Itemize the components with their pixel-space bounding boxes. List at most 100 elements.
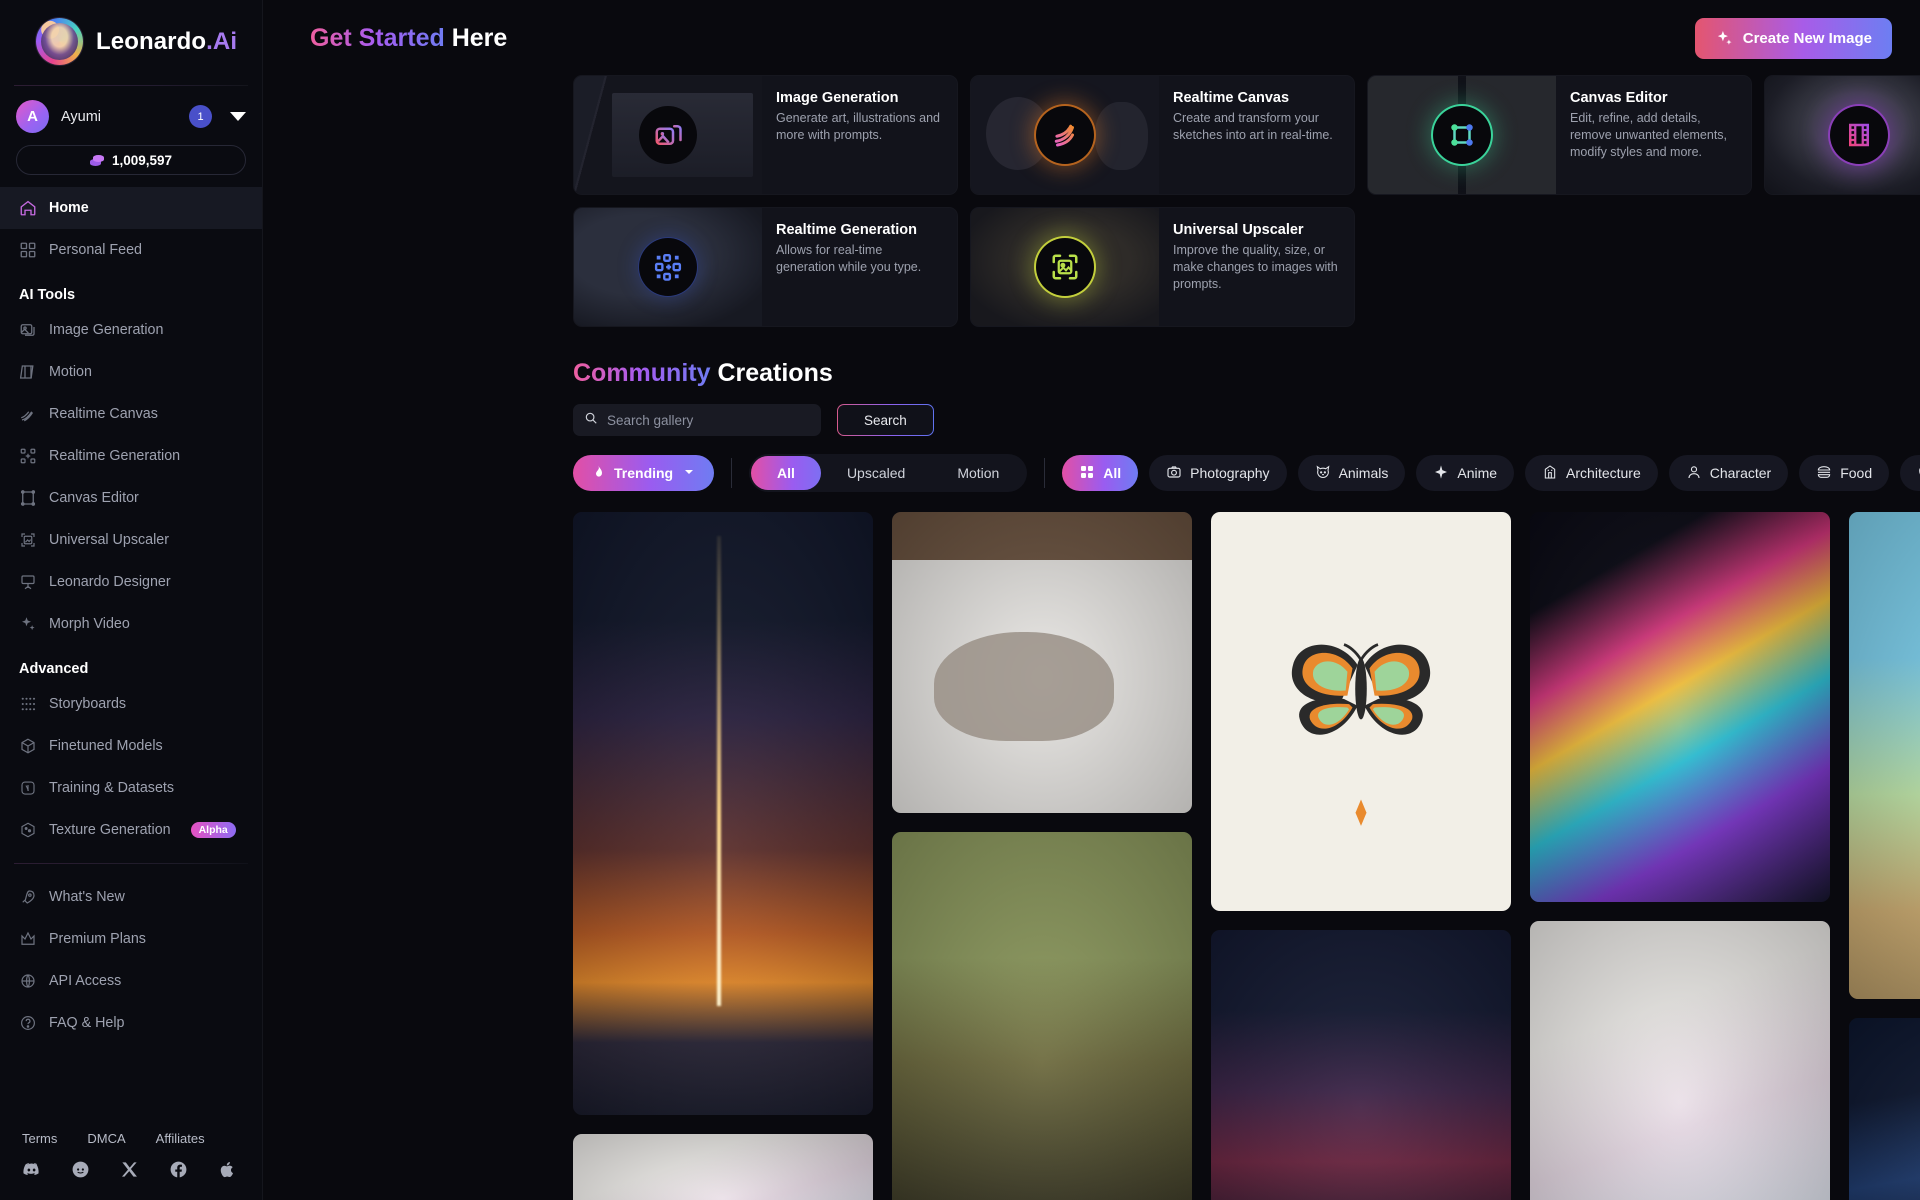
feature-card-image-generation[interactable]: Image Generation Generate art, illustrat… [573, 75, 958, 195]
gallery-tile-butterfly-illustration[interactable] [1211, 512, 1511, 911]
create-new-image-button[interactable]: Create New Image [1694, 18, 1892, 59]
sidebar-item-label: Canvas Editor [49, 490, 139, 506]
category-label: Photography [1190, 465, 1270, 481]
category-food[interactable]: Food [1799, 455, 1890, 491]
chevron-down-icon[interactable] [230, 112, 246, 121]
sidebar-item-realtime-generation[interactable]: Realtime Generation [0, 435, 262, 477]
sidebar-item-whats-new[interactable]: What's New [0, 876, 262, 918]
category-animals[interactable]: Animals [1297, 455, 1406, 491]
rocket-icon [19, 888, 37, 906]
category-all[interactable]: All [1062, 455, 1139, 491]
feature-desc: Generate art, illustrations and more wit… [776, 111, 940, 142]
sidebar-item-texture-generation[interactable]: Texture Generation Alpha [0, 809, 262, 851]
filter-divider-1 [731, 458, 733, 488]
gallery-tile-smiling-woman-field[interactable] [892, 831, 1192, 1200]
search-input-wrap[interactable] [573, 404, 821, 436]
gallery-column [892, 512, 1192, 1200]
sidebar-item-morph-video[interactable]: Morph Video [0, 603, 262, 645]
sidebar-item-label: FAQ & Help [49, 1015, 125, 1031]
category-label: All [1103, 465, 1122, 481]
category-anime[interactable]: Anime [1416, 455, 1515, 491]
gallery-tile-bottom-partial[interactable] [573, 1133, 873, 1200]
search-button[interactable]: Search [837, 404, 934, 436]
feature-card-canvas-editor[interactable]: Canvas Editor Edit, refine, add details,… [1367, 75, 1752, 195]
category-scifi[interactable]: Sci-Fi [1900, 455, 1920, 491]
segment-upscaled[interactable]: Upscaled [821, 456, 931, 490]
sidebar-item-home[interactable]: Home [0, 187, 262, 229]
section-label-advanced: Advanced [19, 661, 89, 677]
footer-link-terms[interactable]: Terms [22, 1131, 57, 1146]
facebook-icon[interactable] [169, 1160, 188, 1184]
x-icon[interactable] [120, 1160, 139, 1184]
flame-icon [590, 464, 606, 483]
sidebar-item-finetuned-models[interactable]: Finetuned Models [0, 725, 262, 767]
sidebar-item-label: Leonardo Designer [49, 574, 171, 590]
sidebar-item-image-generation[interactable]: Image Generation [0, 309, 262, 351]
sidebar-item-storyboards[interactable]: Storyboards [0, 683, 262, 725]
user-profile-row[interactable]: A Ayumi 1 [0, 86, 262, 143]
brand-name: Leonardo [96, 27, 207, 55]
feature-thumb [1765, 76, 1920, 194]
feature-thumb [574, 208, 762, 326]
page-title: Get Started Here [310, 24, 507, 53]
sidebar-item-leonardo-designer[interactable]: Leonardo Designer [0, 561, 262, 603]
brand-logo-group[interactable]: Leonardo.Ai [0, 0, 262, 81]
user-name: Ayumi [61, 108, 102, 125]
sidebar-item-motion[interactable]: Motion [0, 351, 262, 393]
discord-icon[interactable] [22, 1160, 41, 1184]
apple-icon[interactable] [218, 1160, 237, 1184]
feature-card-motion[interactable]: Motion Watch your ideas come to life in … [1764, 75, 1920, 195]
sparkle-icon [19, 615, 37, 633]
easel-icon [19, 573, 37, 591]
sidebar-item-universal-upscaler[interactable]: Universal Upscaler [0, 519, 262, 561]
search-input[interactable] [607, 412, 810, 428]
gallery-tile-comet-city-artwork[interactable] [573, 512, 873, 1115]
feature-card-universal-upscaler[interactable]: Universal Upscaler Improve the quality, … [970, 207, 1355, 327]
app-root: Leonardo.Ai A Ayumi 1 1,009,597 Home Per… [0, 0, 1920, 1200]
feature-card-realtime-generation[interactable]: Realtime Generation Allows for real-time… [573, 207, 958, 327]
sidebar-item-canvas-editor[interactable]: Canvas Editor [0, 477, 262, 519]
gallery-tile-neon-city-anime[interactable] [1211, 929, 1511, 1200]
crown-icon [19, 930, 37, 948]
upscale-icon [19, 531, 37, 549]
sidebar-footer: Terms DMCA Affiliates [0, 1121, 262, 1200]
credits-pill[interactable]: 1,009,597 [16, 145, 246, 175]
footer-link-affiliates[interactable]: Affiliates [156, 1131, 205, 1146]
footer-link-dmca[interactable]: DMCA [87, 1131, 125, 1146]
category-label: Anime [1457, 465, 1498, 481]
segment-motion[interactable]: Motion [931, 456, 1025, 490]
grid-icon [19, 241, 37, 259]
feature-title: Realtime Generation [776, 222, 918, 238]
sidebar-item-api-access[interactable]: API Access [0, 960, 262, 1002]
sidebar-item-realtime-canvas[interactable]: Realtime Canvas [0, 393, 262, 435]
image-icon [19, 321, 37, 339]
sidebar-item-label: Training & Datasets [49, 780, 175, 796]
segment-all[interactable]: All [751, 456, 821, 490]
feature-thumb [1368, 76, 1556, 194]
sidebar-item-label: Finetuned Models [49, 738, 163, 754]
sidebar: Leonardo.Ai A Ayumi 1 1,009,597 Home Per… [0, 0, 263, 1200]
sort-trending-dropdown[interactable]: Trending [573, 455, 715, 491]
gallery-tile-psychedelic-portrait[interactable] [1530, 512, 1830, 902]
category-label: Character [1709, 465, 1772, 481]
footer-links: Terms DMCA Affiliates [0, 1121, 262, 1160]
sidebar-item-personal-feed[interactable]: Personal Feed [0, 229, 262, 271]
feature-title: Image Generation [776, 90, 899, 106]
sidebar-item-premium-plans[interactable]: Premium Plans [0, 918, 262, 960]
leonardo-logo-icon [36, 18, 83, 65]
gallery-tile-blue-woman-portrait[interactable] [1849, 1018, 1920, 1200]
sidebar-item-training-datasets[interactable]: Training & Datasets [0, 767, 262, 809]
category-character[interactable]: Character [1668, 455, 1789, 491]
category-photography[interactable]: Photography [1149, 455, 1287, 491]
category-architecture[interactable]: Architecture [1525, 455, 1658, 491]
gallery-tile-cat-on-bed[interactable] [892, 512, 1192, 813]
gallery-tile-anime-couple-butterflies[interactable] [1849, 512, 1920, 1000]
brush-icon [19, 405, 37, 423]
feature-card-realtime-canvas[interactable]: Realtime Canvas Create and transform you… [970, 75, 1355, 195]
gallery-column [1849, 512, 1920, 1200]
sidebar-item-label: Realtime Generation [49, 448, 181, 464]
feature-desc: Edit, refine, add details, remove unwant… [1570, 111, 1728, 159]
sidebar-item-faq-help[interactable]: FAQ & Help [0, 1002, 262, 1044]
gallery-tile-paint-splash-woman[interactable] [1530, 920, 1830, 1200]
reddit-icon[interactable] [71, 1160, 90, 1184]
